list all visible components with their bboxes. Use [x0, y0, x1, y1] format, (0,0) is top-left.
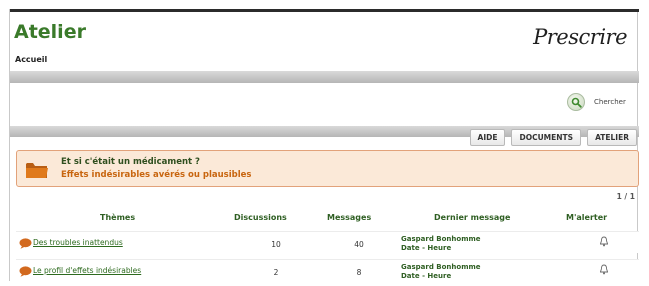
folder-icon [26, 163, 48, 178]
last-message-author: Gaspard Bonhomme [401, 235, 481, 243]
discussions-count: 10 [271, 240, 281, 249]
search-label[interactable]: Chercher [594, 98, 626, 106]
discussions-count: 2 [273, 268, 279, 277]
table-row: Des troubles inattendus 10 40 Gaspard Bo… [16, 231, 639, 253]
chat-bubble-icon [19, 238, 32, 249]
search-icon [571, 97, 582, 108]
theme-link[interactable]: Des troubles inattendus [33, 238, 123, 247]
top-divider-bar [10, 71, 639, 83]
topic-title: Et si c'était un médicament ? [61, 157, 200, 167]
bell-icon[interactable] [600, 236, 608, 247]
messages-count: 8 [356, 268, 362, 277]
last-message: Gaspard Bonhomme Date - Heure [401, 235, 481, 253]
theme-link[interactable]: Le profil d'effets indésirables [33, 266, 141, 275]
column-header-messages: Messages [327, 213, 372, 222]
breadcrumb-home[interactable]: Accueil [15, 55, 47, 64]
chat-bubble-icon [19, 266, 32, 277]
tab-bar: AIDE DOCUMENTS ATELIER [464, 129, 637, 146]
last-message: Gaspard Bonhomme Date - Heure [401, 263, 481, 281]
topic-header: Et si c'était un médicament ? Effets ind… [16, 150, 639, 187]
page-title: Atelier [14, 21, 86, 43]
bell-icon[interactable] [600, 264, 608, 275]
tab-aide[interactable]: AIDE [469, 129, 506, 146]
column-header-themes: Thèmes [100, 213, 136, 222]
last-message-author: Gaspard Bonhomme [401, 263, 481, 271]
topic-subtitle: Effets indésirables avérés ou plausibles [61, 170, 252, 180]
pagination: 1 / 1 [616, 192, 635, 201]
messages-count: 40 [354, 240, 364, 249]
brand-logo: Prescrire [533, 25, 627, 49]
tab-documents[interactable]: DOCUMENTS [511, 129, 582, 146]
header: Atelier Accueil Prescrire [10, 9, 639, 67]
column-header-discussions: Discussions [234, 213, 287, 222]
column-header-alert: M'alerter [566, 213, 608, 222]
table-row: Le profil d'effets indésirables 2 8 Gasp… [16, 259, 639, 281]
last-message-date: Date - Heure [401, 272, 452, 280]
search-button[interactable] [567, 93, 585, 111]
column-header-last-message: Dernier message [434, 213, 511, 222]
tab-atelier[interactable]: ATELIER [587, 129, 637, 146]
page-frame: Atelier Accueil Prescrire Chercher AIDE … [9, 9, 639, 281]
last-message-date: Date - Heure [401, 244, 452, 252]
